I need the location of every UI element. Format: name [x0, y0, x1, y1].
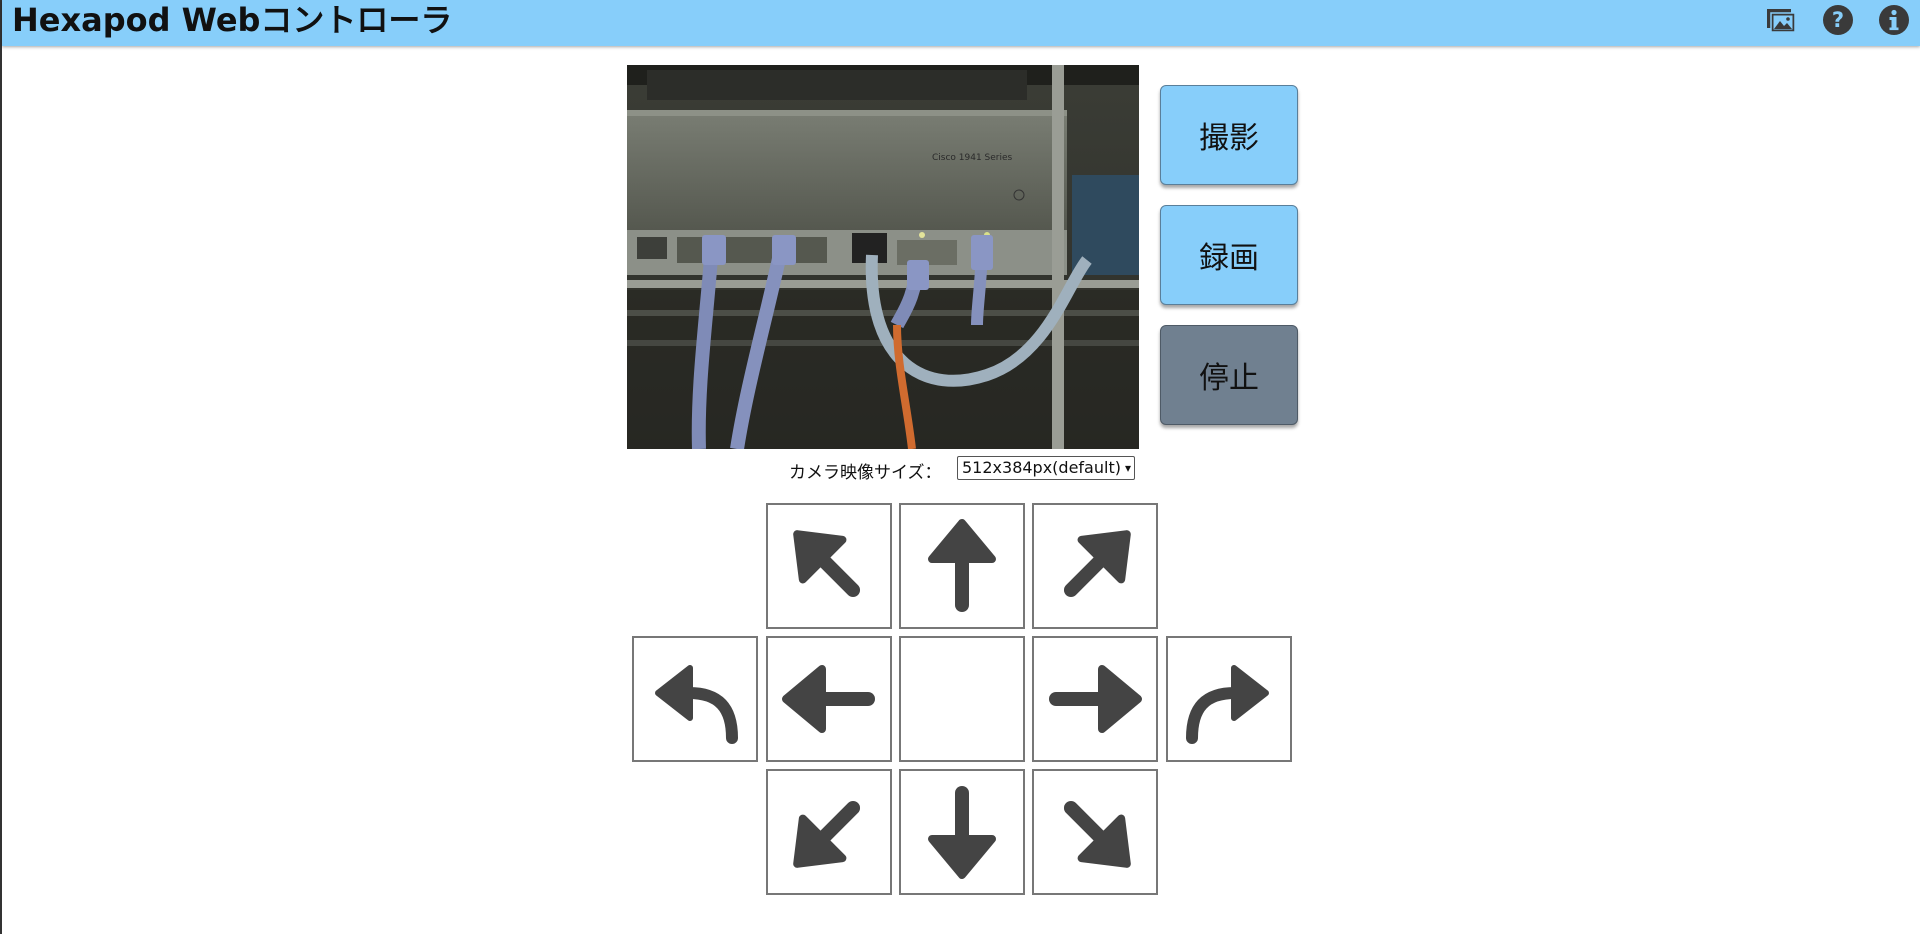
move-backward-right-button[interactable]	[1032, 769, 1158, 895]
help-icon[interactable]: ?	[1821, 3, 1855, 37]
app-header: Hexapod Webコントローラ ?	[2, 0, 1920, 46]
move-backward-button[interactable]	[899, 769, 1025, 895]
turn-right-button[interactable]	[1166, 636, 1292, 762]
camera-size-label: カメラ映像サイズ：	[789, 463, 942, 483]
arrow-down-icon	[928, 786, 996, 879]
router-label: Cisco 1941 Series	[932, 153, 1013, 163]
turn-right-icon	[1186, 665, 1269, 744]
gallery-icon[interactable]	[1764, 3, 1798, 37]
move-forward-button[interactable]	[899, 503, 1025, 629]
arrow-up-icon	[928, 519, 996, 612]
camera-size-row: カメラ映像サイズ： 512x384px(default) ▾	[2, 455, 1920, 483]
move-left-button[interactable]	[766, 636, 892, 762]
info-icon[interactable]	[1877, 3, 1911, 37]
camera-size-select[interactable]: 512x384px(default) ▾	[957, 456, 1135, 480]
move-forward-left-button[interactable]	[766, 503, 892, 629]
move-backward-left-button[interactable]	[766, 769, 892, 895]
turn-left-button[interactable]	[632, 636, 758, 762]
move-forward-right-button[interactable]	[1032, 503, 1158, 629]
capture-button[interactable]: 撮影	[1160, 85, 1298, 185]
svg-text:?: ?	[1832, 8, 1844, 32]
arrow-right-icon	[1049, 665, 1142, 733]
record-button[interactable]: 録画	[1160, 205, 1298, 305]
turn-left-icon	[655, 665, 738, 744]
arrow-up-right-icon	[1063, 530, 1131, 598]
move-right-button[interactable]	[1032, 636, 1158, 762]
camera-feed: Cisco 1941 Series	[627, 65, 1139, 449]
arrow-down-right-icon	[1063, 800, 1131, 868]
chevron-down-icon: ▾	[1124, 461, 1131, 475]
arrow-left-icon	[782, 665, 875, 733]
page: Hexapod Webコントローラ ? Cisco 1941 Series 撮影…	[0, 0, 1920, 934]
app-title: Hexapod Webコントローラ	[12, 1, 453, 39]
arrow-down-left-icon	[793, 800, 861, 868]
arrow-up-left-icon	[793, 530, 861, 598]
camera-size-value: 512x384px(default)	[962, 458, 1121, 477]
center-button[interactable]	[899, 636, 1025, 762]
stop-button[interactable]: 停止	[1160, 325, 1298, 425]
